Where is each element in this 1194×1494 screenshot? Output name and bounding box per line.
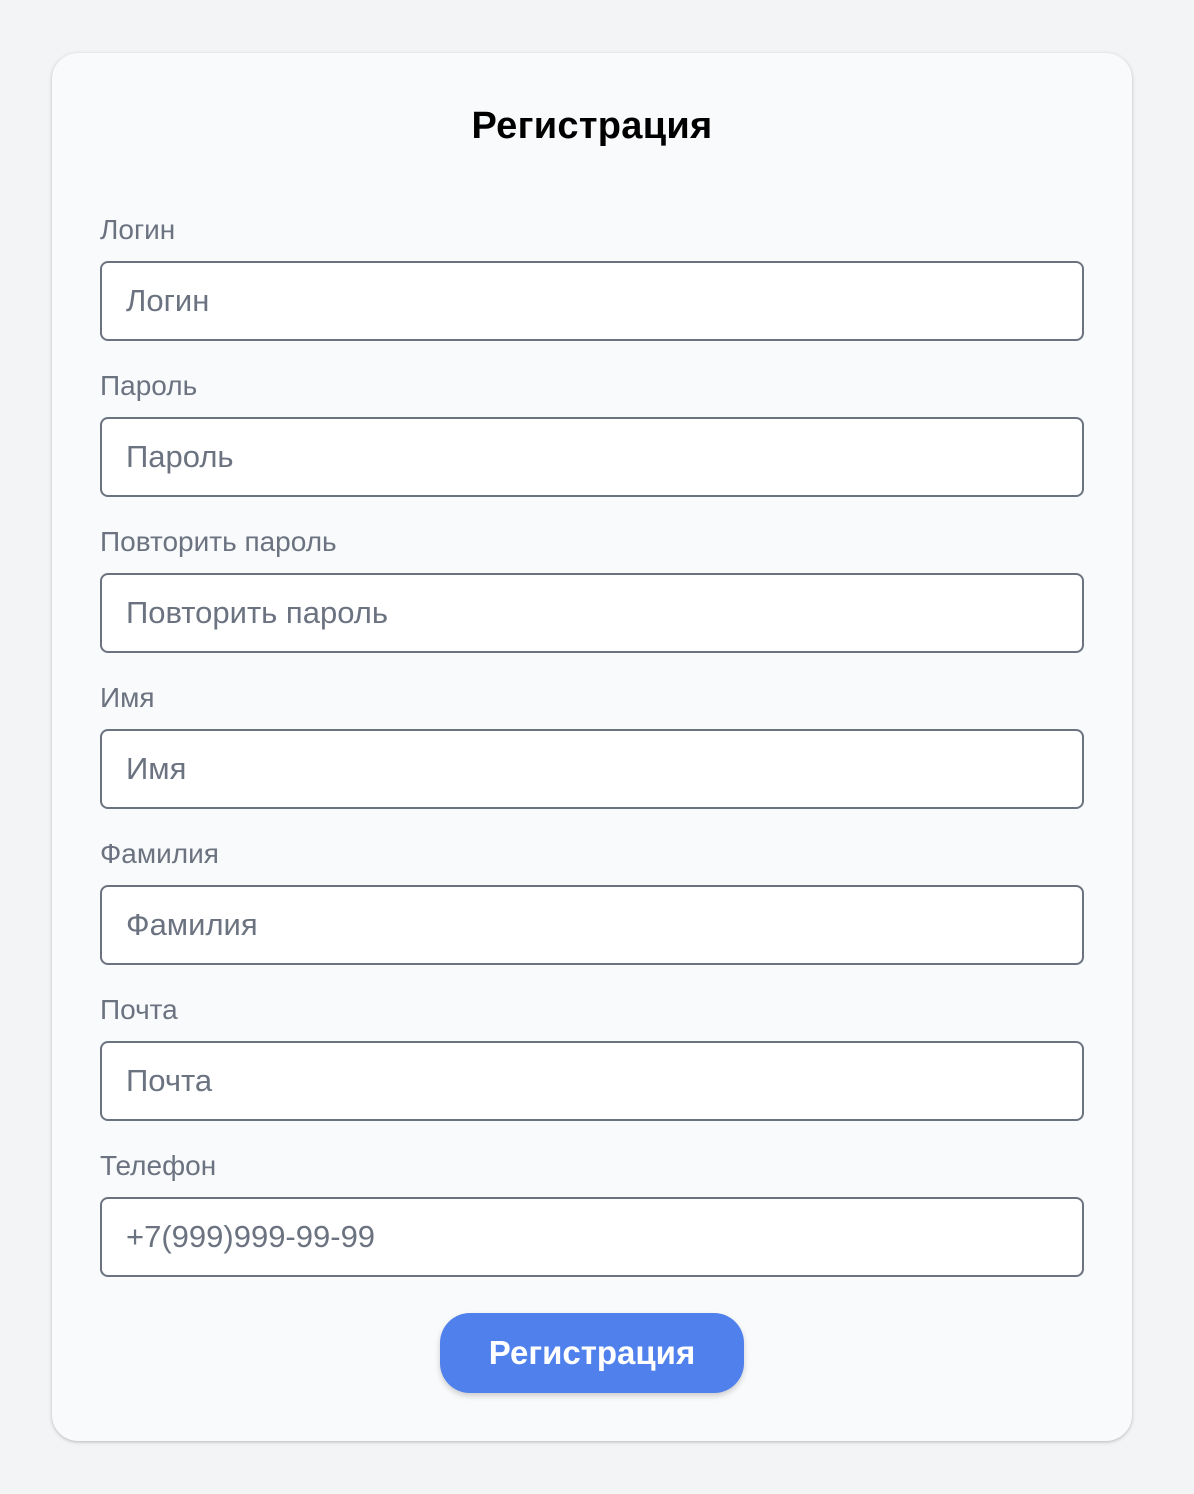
repeat-password-label: Повторить пароль (100, 526, 337, 557)
phone-field-group: Телефон (100, 1149, 1084, 1277)
last-name-label: Фамилия (100, 838, 219, 869)
login-label: Логин (100, 214, 176, 245)
login-field-group: Логин (100, 213, 1084, 341)
form-title: Регистрация (471, 105, 713, 147)
password-label: Пароль (100, 370, 198, 401)
password-input[interactable] (100, 417, 1084, 497)
first-name-label: Имя (100, 682, 155, 713)
email-label: Почта (100, 994, 178, 1025)
email-field-group: Почта (100, 993, 1084, 1121)
repeat-password-input[interactable] (100, 573, 1084, 653)
first-name-field-group: Имя (100, 681, 1084, 809)
first-name-input[interactable] (100, 729, 1084, 809)
login-input[interactable] (100, 261, 1084, 341)
last-name-input[interactable] (100, 885, 1084, 965)
repeat-password-field-group: Повторить пароль (100, 525, 1084, 653)
registration-card: Регистрация Логин Пароль Повторить парол… (52, 53, 1132, 1441)
phone-input[interactable] (100, 1197, 1084, 1277)
phone-label: Телефон (100, 1150, 217, 1181)
password-field-group: Пароль (100, 369, 1084, 497)
email-input[interactable] (100, 1041, 1084, 1121)
register-button[interactable]: Регистрация (440, 1313, 744, 1393)
last-name-field-group: Фамилия (100, 837, 1084, 965)
